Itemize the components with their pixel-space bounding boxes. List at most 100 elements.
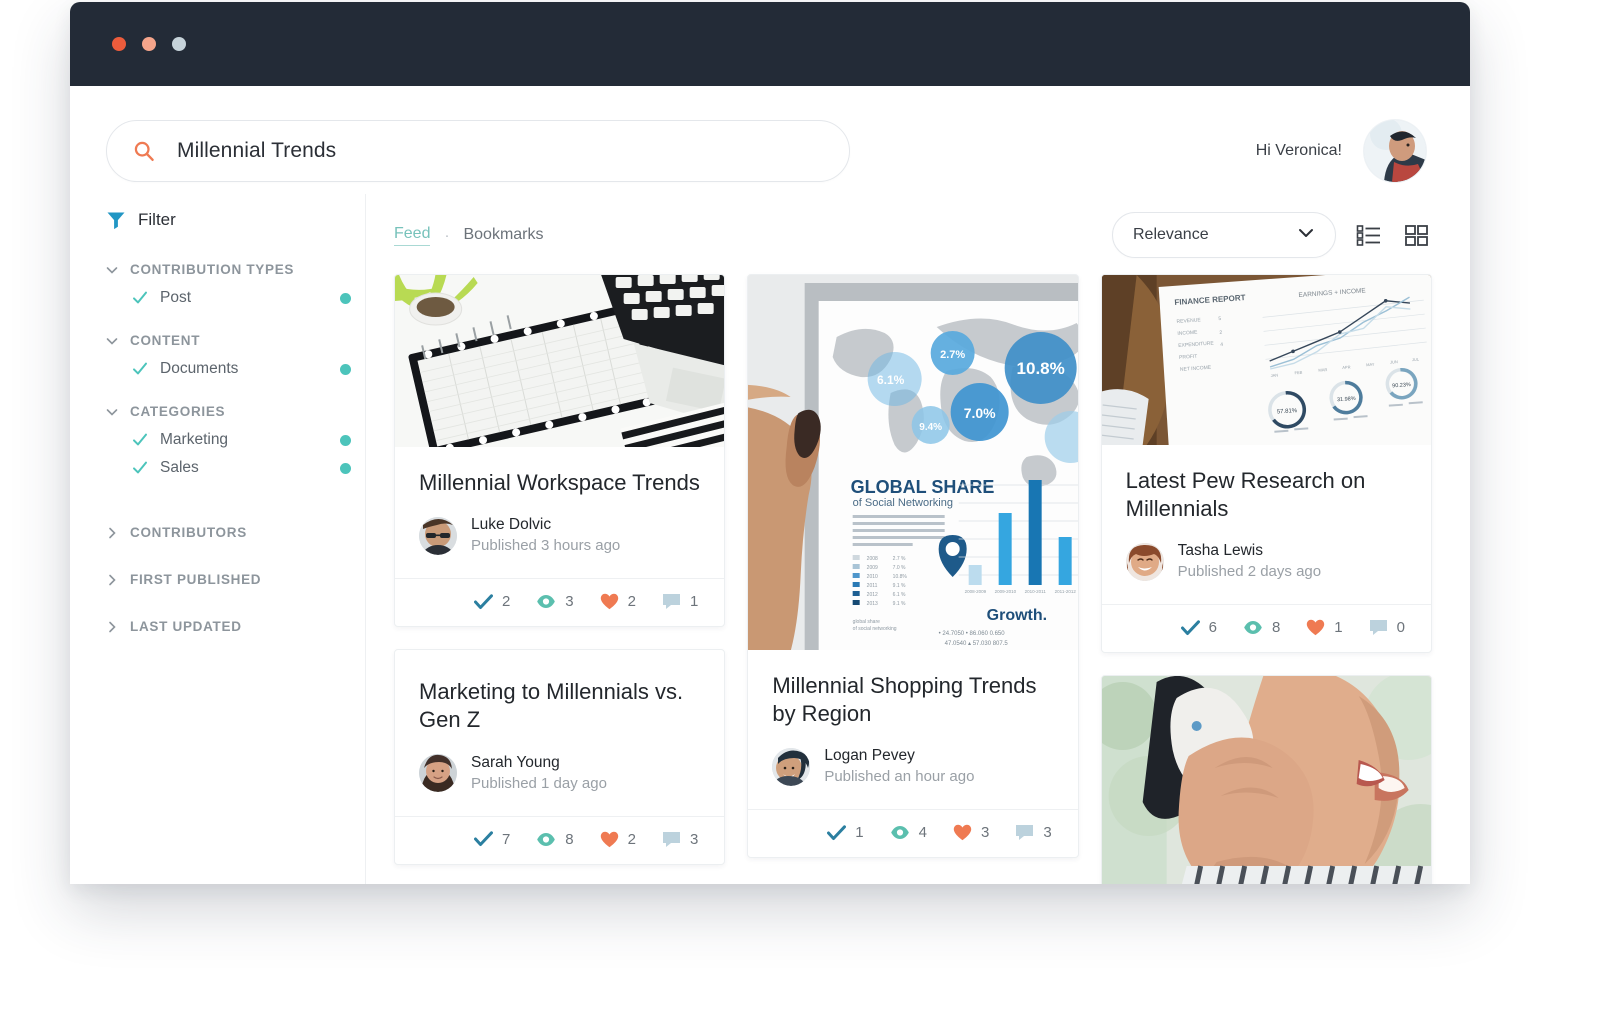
page-root: Millennial Trends Hi Veronica! Filter CO… — [0, 0, 1600, 1019]
author-name: Sarah Young — [471, 753, 560, 771]
filter-group-header[interactable]: FIRST PUBLISHED — [106, 564, 355, 595]
stat-views[interactable]: 4 — [890, 824, 927, 841]
filter-group-label: CATEGORIES — [130, 404, 226, 419]
check-icon — [132, 290, 148, 306]
card-woman-on-phone[interactable] — [1100, 675, 1432, 884]
filter-group-header[interactable]: CATEGORIES — [106, 404, 355, 419]
chevron-down-icon — [106, 264, 118, 276]
svg-text:9.1 %: 9.1 % — [893, 601, 906, 607]
stat-comments[interactable]: 0 — [1369, 619, 1405, 636]
chevron-down-icon — [1297, 224, 1315, 247]
filter-group-header[interactable]: LAST UPDATED — [106, 611, 355, 642]
published-date: Published 1 day ago — [471, 774, 607, 792]
app-body: Millennial Trends Hi Veronica! Filter CO… — [70, 86, 1470, 884]
svg-text:of Social Networking: of Social Networking — [853, 497, 953, 509]
search-input[interactable]: Millennial Trends — [106, 120, 850, 182]
sort-select[interactable]: Relevance — [1112, 212, 1336, 258]
card-image-desk-planner — [395, 275, 725, 447]
filter-group-first-published: FIRST PUBLISHED — [106, 564, 355, 595]
filter-group-header[interactable]: CONTRIBUTION TYPES — [106, 262, 355, 277]
svg-text:APR: APR — [1342, 364, 1351, 370]
chevron-right-icon — [106, 621, 118, 633]
author-avatar — [772, 747, 811, 786]
filter-option-label: Documents — [160, 360, 239, 377]
stat-value: 4 — [918, 824, 927, 842]
stat-approvals[interactable]: 1 — [827, 824, 864, 841]
filter-group-categories: CATEGORIES Marketing Sales — [106, 404, 355, 477]
stat-likes[interactable]: 1 — [1306, 619, 1343, 636]
filter-option-label: Post — [160, 289, 192, 306]
filter-group-label: CONTRIBUTION TYPES — [130, 262, 295, 277]
card-millennial-workspace-trends[interactable]: Millennial Workspace Trends Luke Dolvic … — [394, 274, 726, 628]
svg-text:6.1%: 6.1% — [877, 373, 905, 387]
stat-comments[interactable]: 1 — [662, 593, 698, 610]
card-byline: Sarah Young Published 1 day ago — [419, 753, 700, 816]
filter-option-sales[interactable]: Sales — [106, 459, 355, 477]
stat-likes[interactable]: 3 — [953, 824, 989, 841]
app-header: Millennial Trends Hi Veronica! — [70, 86, 1470, 194]
svg-text:2008-2009: 2008-2009 — [965, 589, 987, 594]
stat-views[interactable]: 8 — [536, 831, 574, 848]
filter-option-marketing[interactable]: Marketing — [106, 431, 355, 449]
content-area: Feed · Bookmarks Relevance Millennial Wo… — [366, 194, 1432, 884]
stat-views[interactable]: 3 — [536, 593, 574, 611]
card-stats: 1 4 3 3 — [748, 809, 1078, 857]
filter-group-header[interactable]: CONTENT — [106, 333, 355, 348]
svg-text:2010-2011: 2010-2011 — [1025, 589, 1047, 594]
chevron-down-icon — [106, 335, 118, 347]
stat-views[interactable]: 8 — [1243, 619, 1280, 636]
stat-approvals[interactable]: 2 — [473, 593, 511, 611]
feed-tabs: Feed · Bookmarks — [394, 225, 544, 246]
stat-likes[interactable]: 2 — [600, 593, 636, 610]
grid-view-button[interactable] — [1402, 220, 1432, 250]
svg-text:2012: 2012 — [867, 592, 878, 598]
stat-comments[interactable]: 3 — [1015, 824, 1052, 841]
status-indicator-dot — [340, 462, 351, 474]
svg-text:global share: global share — [853, 619, 880, 625]
card-marketing-to-millennials-vs-gen-z[interactable]: Marketing to Millennials vs. Gen Z Sarah… — [394, 649, 726, 865]
card-byline: Logan Pevey Published an hour ago — [772, 746, 1053, 809]
published-date: Published an hour ago — [824, 768, 975, 786]
card-millennial-shopping-trends-by-region[interactable]: 2.7% 10.8% 6.1% 7.0% 9.4% GLOBAL SHARE o… — [747, 274, 1079, 859]
filter-group-content: CONTENT Documents — [106, 333, 355, 378]
card-title: Millennial Shopping Trends by Region — [772, 673, 1037, 727]
tab-bookmarks[interactable]: Bookmarks — [463, 226, 543, 244]
author-avatar — [419, 516, 457, 555]
svg-text:2.7%: 2.7% — [940, 349, 965, 361]
stat-value: 2 — [501, 593, 511, 611]
svg-text:2008: 2008 — [867, 556, 878, 562]
filter-option-documents[interactable]: Documents — [106, 360, 355, 378]
filter-option-post[interactable]: Post — [106, 289, 355, 307]
published-date: Published 2 days ago — [1177, 563, 1322, 581]
window-maximize-dot[interactable] — [172, 37, 186, 51]
stat-likes[interactable]: 2 — [600, 831, 636, 848]
check-icon — [132, 432, 148, 448]
chevron-right-icon — [106, 574, 118, 586]
card-image-woman-on-phone — [1101, 676, 1431, 884]
window-close-dot[interactable] — [112, 37, 126, 51]
svg-text:9.1 %: 9.1 % — [893, 583, 906, 589]
filter-group-header[interactable]: CONTRIBUTORS — [106, 517, 355, 548]
svg-text:10.8%: 10.8% — [893, 574, 908, 580]
author-avatar — [1125, 542, 1164, 581]
svg-text:of social networking: of social networking — [853, 626, 897, 632]
author-avatar — [419, 754, 457, 793]
card-latest-pew-research-on-millennials[interactable]: FINANCE REPORT EARNINGS + INCOME REVENUE… — [1100, 274, 1432, 654]
window-minimize-dot[interactable] — [142, 37, 156, 51]
svg-text:JUN: JUN — [1389, 359, 1397, 365]
author-info: Tasha Lewis Published 2 days ago — [1178, 541, 1321, 582]
stat-value: 1 — [689, 593, 699, 611]
search-value: Millennial Trends — [177, 139, 337, 162]
stat-approvals[interactable]: 7 — [473, 831, 510, 848]
tab-feed[interactable]: Feed — [394, 225, 431, 246]
toolbar-right: Relevance — [1112, 212, 1432, 258]
author-info: Logan Pevey Published an hour ago — [824, 746, 974, 787]
list-view-button[interactable] — [1354, 220, 1384, 250]
stat-value: 2 — [627, 593, 636, 611]
stat-value: 3 — [565, 593, 574, 611]
avatar[interactable] — [1364, 120, 1426, 182]
stat-value: 3 — [980, 824, 990, 842]
stat-approvals[interactable]: 6 — [1180, 619, 1217, 636]
stat-comments[interactable]: 3 — [662, 831, 698, 848]
main-area: Filter CONTRIBUTION TYPES Post CONTENT D… — [70, 194, 1470, 884]
